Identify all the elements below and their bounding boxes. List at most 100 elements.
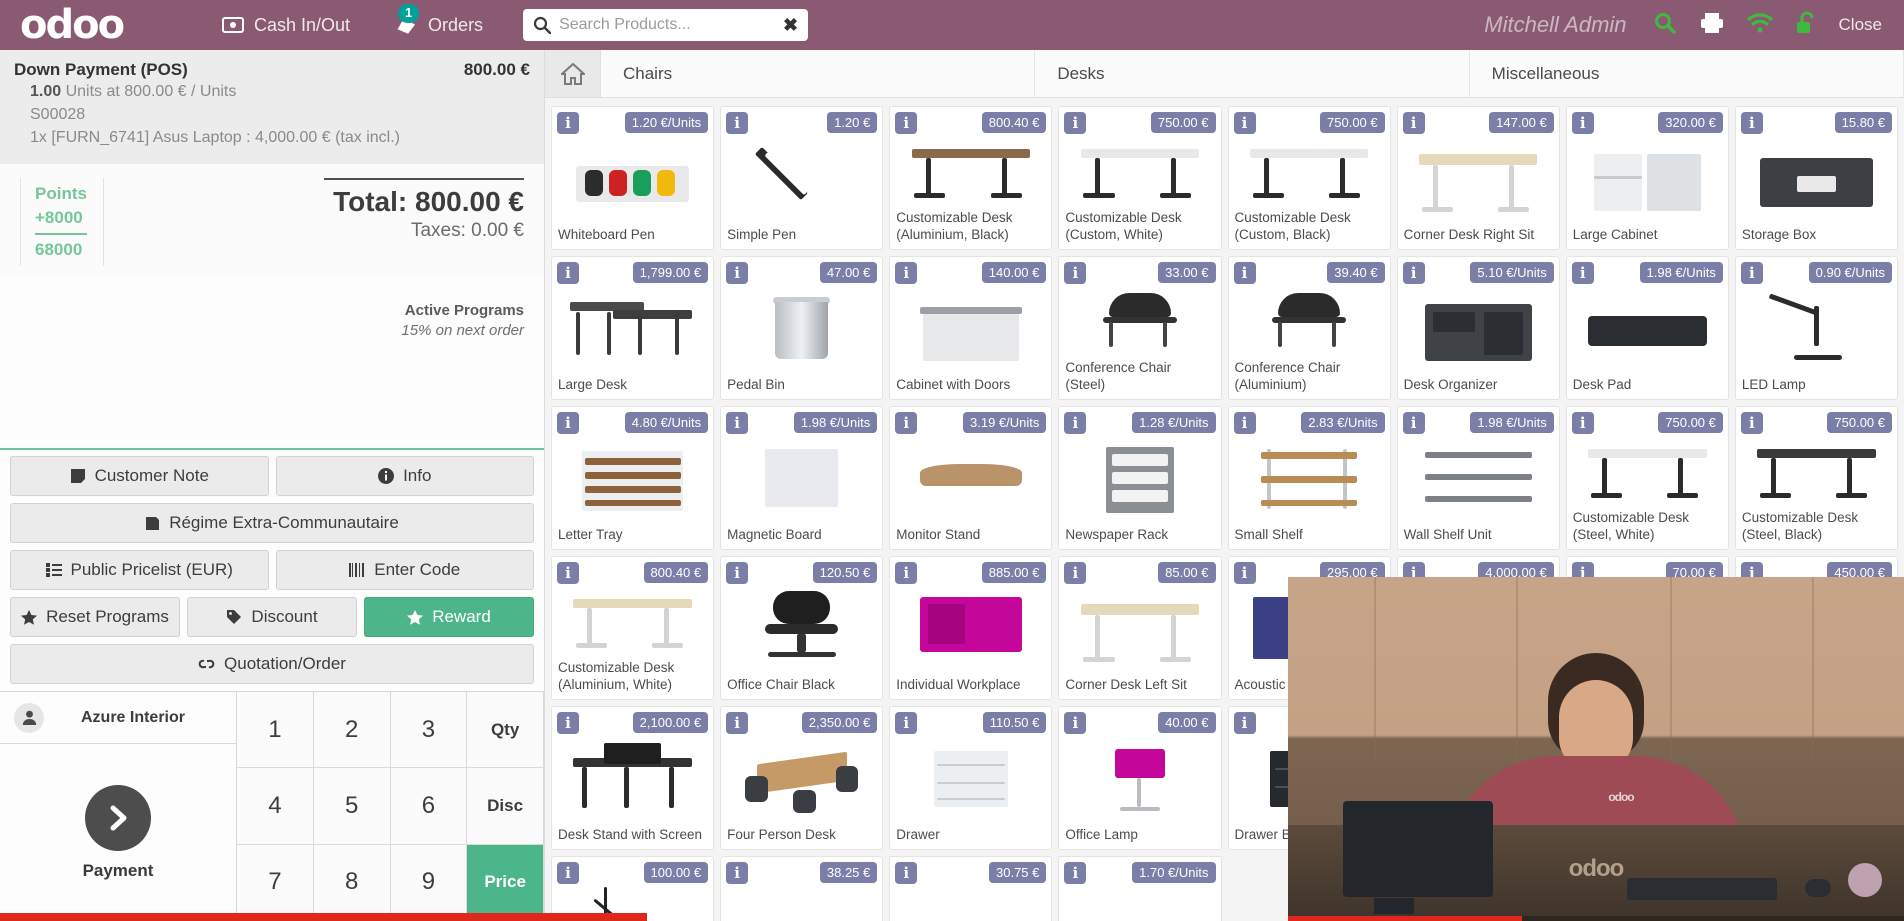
product-info-icon[interactable]: i <box>726 712 749 734</box>
product-info-icon[interactable]: i <box>1233 562 1256 584</box>
product-info-icon[interactable]: i <box>557 262 579 284</box>
product-card[interactable]: i 15.80 € Storage Box <box>1734 106 1898 250</box>
close-button[interactable]: Close <box>1839 15 1882 35</box>
product-info-icon[interactable]: i <box>1064 112 1087 134</box>
search-input[interactable] <box>559 16 783 34</box>
numpad-key-qty[interactable]: Qty <box>467 692 544 769</box>
product-card[interactable]: i 800.40 € Customizable Desk (Aluminium, B… <box>889 106 1053 250</box>
category-tab[interactable]: Miscellaneous <box>1469 50 1904 97</box>
set-customer-button[interactable]: Azure Interior <box>0 692 236 744</box>
product-info-icon[interactable]: i <box>895 712 918 734</box>
product-info-icon[interactable]: i <box>557 562 579 584</box>
orderline[interactable]: Down Payment (POS) 800.00 € <box>14 60 530 80</box>
numpad-key-4[interactable]: 4 <box>237 768 314 845</box>
product-info-icon[interactable]: i <box>1402 262 1425 284</box>
product-card[interactable]: i 750.00 € Customizable Desk (Steel, Black… <box>1734 406 1898 550</box>
category-home-button[interactable] <box>545 50 601 97</box>
product-card[interactable]: i 2,350.00 € Four Person Desk <box>720 706 884 850</box>
product-info-icon[interactable]: i <box>1233 712 1256 734</box>
product-card[interactable]: i 750.00 € Customizable Desk (Custom, Whit… <box>1058 106 1222 250</box>
product-card[interactable]: i 1.98 €/Units Wall Shelf Unit <box>1396 406 1560 550</box>
product-info-icon[interactable]: i <box>557 862 579 884</box>
product-info-icon[interactable]: i <box>1740 112 1763 134</box>
wifi-icon[interactable] <box>1746 12 1773 39</box>
product-info-icon[interactable]: i <box>726 412 749 434</box>
numpad-key-5[interactable]: 5 <box>313 768 391 845</box>
product-info-icon[interactable]: i <box>1064 562 1087 584</box>
product-info-icon[interactable]: i <box>895 412 918 434</box>
product-card[interactable]: i 1.98 €/Units Desk Pad <box>1565 256 1729 400</box>
product-card[interactable]: i 140.00 € Cabinet with Doors <box>889 256 1053 400</box>
product-card[interactable]: i 30.75 € <box>889 856 1053 921</box>
product-card[interactable]: i 1.98 €/Units Magnetic Board <box>720 406 884 550</box>
product-card[interactable]: i 885.00 € Individual Workplace <box>889 556 1053 700</box>
numpad-key-3[interactable]: 3 <box>390 692 468 769</box>
numpad-key-1[interactable]: 1 <box>237 692 314 769</box>
product-info-icon[interactable]: i <box>1064 712 1087 734</box>
product-info-icon[interactable]: i <box>895 562 918 584</box>
pricelist-button[interactable]: Public Pricelist (EUR) <box>10 550 269 590</box>
product-info-icon[interactable]: i <box>1571 112 1594 134</box>
product-card[interactable]: i 3.19 €/Units Monitor Stand <box>889 406 1053 550</box>
product-info-icon[interactable]: i <box>726 562 749 584</box>
product-info-icon[interactable]: i <box>895 112 918 134</box>
product-info-icon[interactable]: i <box>1571 262 1594 284</box>
enter-code-button[interactable]: Enter Code <box>275 550 534 590</box>
product-card[interactable]: i 750.00 € Customizable Desk (Steel, White… <box>1565 406 1729 550</box>
product-card[interactable]: i 800.40 € Customizable Desk (Aluminium, W… <box>551 556 715 700</box>
product-card[interactable]: i 120.50 € Office Chair Black <box>720 556 884 700</box>
quotation-order-button[interactable]: Quotation/Order <box>10 644 534 684</box>
payment-area[interactable]: Payment <box>0 744 236 921</box>
product-card[interactable]: i 320.00 € Large Cabinet <box>1565 106 1729 250</box>
product-info-icon[interactable]: i <box>895 862 918 884</box>
numpad-key-6[interactable]: 6 <box>390 768 468 845</box>
product-info-icon[interactable]: i <box>726 862 749 884</box>
video-overlay[interactable]: odoo odoo <box>1288 577 1904 921</box>
category-tab[interactable]: Desks <box>1035 50 1470 97</box>
numpad-key-9[interactable]: 9 <box>390 844 468 921</box>
product-card[interactable]: i 2.83 €/Units Small Shelf <box>1227 406 1391 550</box>
product-info-icon[interactable]: i <box>1064 862 1087 884</box>
product-info-icon[interactable]: i <box>1233 112 1256 134</box>
customer-note-button[interactable]: Customer Note <box>10 456 269 496</box>
product-card[interactable]: i 147.00 € Corner Desk Right Sit <box>1396 106 1560 250</box>
unlock-icon[interactable] <box>1795 11 1817 40</box>
odoo-logo[interactable]: odoo <box>0 5 200 45</box>
product-card[interactable]: i 2,100.00 € Desk Stand with Screen <box>551 706 715 850</box>
product-card[interactable]: i 39.40 € Conference Chair (Aluminium) <box>1227 256 1391 400</box>
numpad-key-7[interactable]: 7 <box>237 844 314 921</box>
product-info-icon[interactable]: i <box>1233 412 1256 434</box>
product-info-icon[interactable]: i <box>726 262 749 284</box>
reset-programs-button[interactable]: Reset Programs <box>10 597 180 637</box>
product-card[interactable]: i 47.00 € Pedal Bin <box>720 256 884 400</box>
product-card[interactable]: i 100.00 € <box>551 856 715 921</box>
info-button[interactable]: Info <box>275 456 534 496</box>
product-card[interactable]: i 1,799.00 € Large Desk <box>551 256 715 400</box>
product-info-icon[interactable]: i <box>895 262 918 284</box>
product-card[interactable]: i 40.00 € Office Lamp <box>1058 706 1222 850</box>
product-info-icon[interactable]: i <box>1571 412 1594 434</box>
product-info-icon[interactable]: i <box>1233 262 1256 284</box>
product-info-icon[interactable]: i <box>557 412 579 434</box>
page-progress-bar[interactable] <box>0 913 1904 921</box>
product-info-icon[interactable]: i <box>1402 412 1425 434</box>
clear-search-icon[interactable]: ✖ <box>783 15 798 36</box>
numpad-key-2[interactable]: 2 <box>313 692 391 769</box>
printer-icon[interactable] <box>1699 11 1725 40</box>
product-card[interactable]: i 1.70 €/Units <box>1058 856 1222 921</box>
numpad-key-price[interactable]: Price <box>467 844 544 921</box>
product-card[interactable]: i 38.25 € <box>720 856 884 921</box>
product-info-icon[interactable]: i <box>1064 262 1087 284</box>
search-status-icon[interactable] <box>1653 11 1677 40</box>
product-card[interactable]: i 33.00 € Conference Chair (Steel) <box>1058 256 1222 400</box>
orders-button[interactable]: 1 Orders <box>372 0 505 50</box>
product-info-icon[interactable]: i <box>1740 412 1763 434</box>
discount-button[interactable]: Discount <box>187 597 357 637</box>
product-card[interactable]: i 0.90 €/Units LED Lamp <box>1734 256 1898 400</box>
product-card[interactable]: i 750.00 € Customizable Desk (Custom, Blac… <box>1227 106 1391 250</box>
product-card[interactable]: i 85.00 € Corner Desk Left Sit <box>1058 556 1222 700</box>
product-card[interactable]: i 1.20 €/Units Whiteboard Pen <box>551 106 715 250</box>
product-info-icon[interactable]: i <box>726 112 749 134</box>
numpad-key-8[interactable]: 8 <box>313 844 391 921</box>
product-card[interactable]: i 5.10 €/Units Desk Organizer <box>1396 256 1560 400</box>
